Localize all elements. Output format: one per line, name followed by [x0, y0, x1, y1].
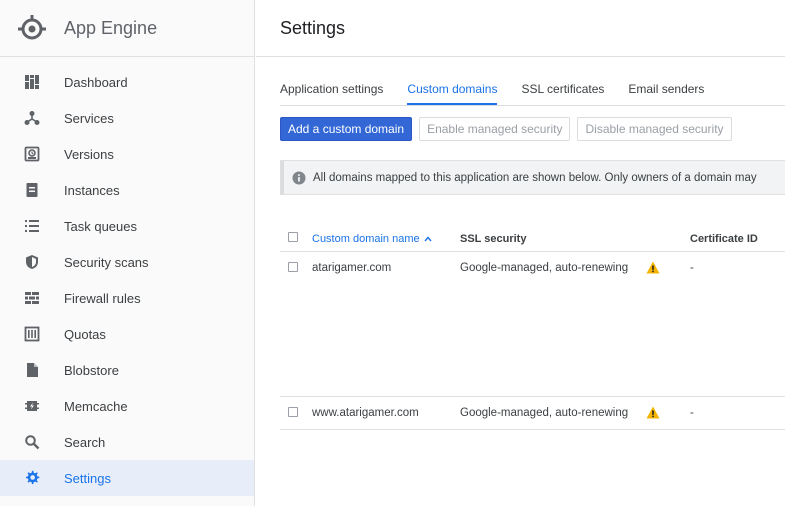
app-header: App Engine — [0, 0, 254, 57]
sidebar: App Engine Dashboard Services Versions I… — [0, 0, 255, 506]
sidebar-item-label: Blobstore — [64, 362, 119, 378]
domain-toolbar: Add a custom domain Enable managed secur… — [280, 117, 739, 141]
instances-icon — [24, 182, 40, 198]
row-checkbox[interactable] — [288, 262, 298, 272]
sidebar-item-label: Services — [64, 110, 114, 126]
sidebar-item-label: Settings — [64, 470, 111, 486]
tab-custom-domains[interactable]: Custom domains — [407, 74, 498, 105]
sidebar-item-memcache[interactable]: Memcache — [0, 388, 254, 424]
row-checkbox[interactable] — [288, 407, 298, 417]
sidebar-item-versions[interactable]: Versions — [0, 136, 254, 172]
tab-application-settings[interactable]: Application settings — [280, 74, 383, 105]
info-text: All domains mapped to this application a… — [313, 171, 757, 184]
sidebar-item-label: Dashboard — [64, 74, 128, 90]
warning-icon[interactable] — [646, 261, 660, 274]
sidebar-item-label: Versions — [64, 146, 114, 162]
certificate-id: - — [690, 407, 694, 419]
tab-email-senders[interactable]: Email senders — [628, 74, 704, 105]
services-icon — [24, 110, 40, 126]
sidebar-item-label: Instances — [64, 182, 120, 198]
search-icon — [24, 434, 40, 450]
sidebar-item-settings[interactable]: Settings — [0, 460, 254, 496]
domain-name: atarigamer.com — [312, 262, 392, 274]
shield-icon — [24, 254, 40, 270]
sidebar-item-search[interactable]: Search — [0, 424, 254, 460]
table-row[interactable]: www.atarigamer.com Google-managed, auto-… — [280, 397, 785, 430]
disable-managed-security-button[interactable]: Disable managed security — [577, 117, 732, 141]
sidebar-item-dashboard[interactable]: Dashboard — [0, 64, 254, 100]
add-custom-domain-button[interactable]: Add a custom domain — [280, 117, 413, 141]
settings-tabs: Application settings Custom domains SSL … — [280, 74, 785, 106]
sidebar-item-quotas[interactable]: Quotas — [0, 316, 254, 352]
info-banner-accent — [281, 161, 284, 194]
column-header-domain[interactable]: Custom domain name — [312, 233, 432, 245]
sidebar-item-label: Memcache — [64, 398, 128, 414]
custom-domains-table: Custom domain name SSL security Certific… — [280, 225, 785, 430]
dashboard-icon — [24, 74, 40, 90]
sidebar-item-label: Firewall rules — [64, 290, 141, 306]
sidebar-item-security-scans[interactable]: Security scans — [0, 244, 254, 280]
column-header-ssl: SSL security — [460, 233, 527, 245]
page-title: Settings — [280, 17, 346, 38]
memcache-icon — [24, 398, 40, 414]
task-queues-icon — [24, 218, 40, 234]
sidebar-nav: Dashboard Services Versions Instances Ta… — [0, 64, 254, 496]
sidebar-item-task-queues[interactable]: Task queues — [0, 208, 254, 244]
firewall-icon — [24, 290, 40, 306]
ssl-security: Google-managed, auto-renewing — [460, 262, 629, 274]
warning-icon[interactable] — [646, 406, 660, 419]
sidebar-item-services[interactable]: Services — [0, 100, 254, 136]
app-title: App Engine — [64, 17, 158, 38]
sidebar-item-instances[interactable]: Instances — [0, 172, 254, 208]
enable-managed-security-button[interactable]: Enable managed security — [419, 117, 571, 141]
app-engine-logo-icon[interactable] — [16, 12, 48, 44]
sidebar-item-label: Task queues — [64, 218, 137, 234]
column-header-certificate-id: Certificate ID — [690, 233, 758, 245]
ssl-security: Google-managed, auto-renewing — [460, 407, 629, 419]
main-content: Settings Application settings Custom dom… — [256, 0, 785, 506]
table-row[interactable]: atarigamer.com Google-managed, auto-rene… — [280, 252, 785, 397]
sidebar-item-blobstore[interactable]: Blobstore — [0, 352, 254, 388]
gear-icon — [24, 470, 40, 486]
sort-ascending-icon — [424, 233, 432, 245]
column-header-label: Custom domain name — [312, 233, 420, 245]
quotas-icon — [24, 326, 40, 342]
info-banner: All domains mapped to this application a… — [280, 160, 785, 195]
sidebar-item-label: Search — [64, 434, 106, 450]
sidebar-item-firewall-rules[interactable]: Firewall rules — [0, 280, 254, 316]
tab-ssl-certificates[interactable]: SSL certificates — [521, 74, 604, 105]
info-icon — [292, 171, 306, 184]
blobstore-icon — [24, 362, 40, 378]
certificate-id: - — [690, 262, 694, 274]
sidebar-item-label: Security scans — [64, 254, 149, 270]
table-header-row: Custom domain name SSL security Certific… — [280, 225, 785, 252]
versions-icon — [24, 146, 40, 162]
select-all-checkbox[interactable] — [288, 232, 298, 242]
page-header: Settings — [256, 0, 785, 57]
sidebar-item-label: Quotas — [64, 326, 106, 342]
domain-name: www.atarigamer.com — [312, 407, 419, 419]
